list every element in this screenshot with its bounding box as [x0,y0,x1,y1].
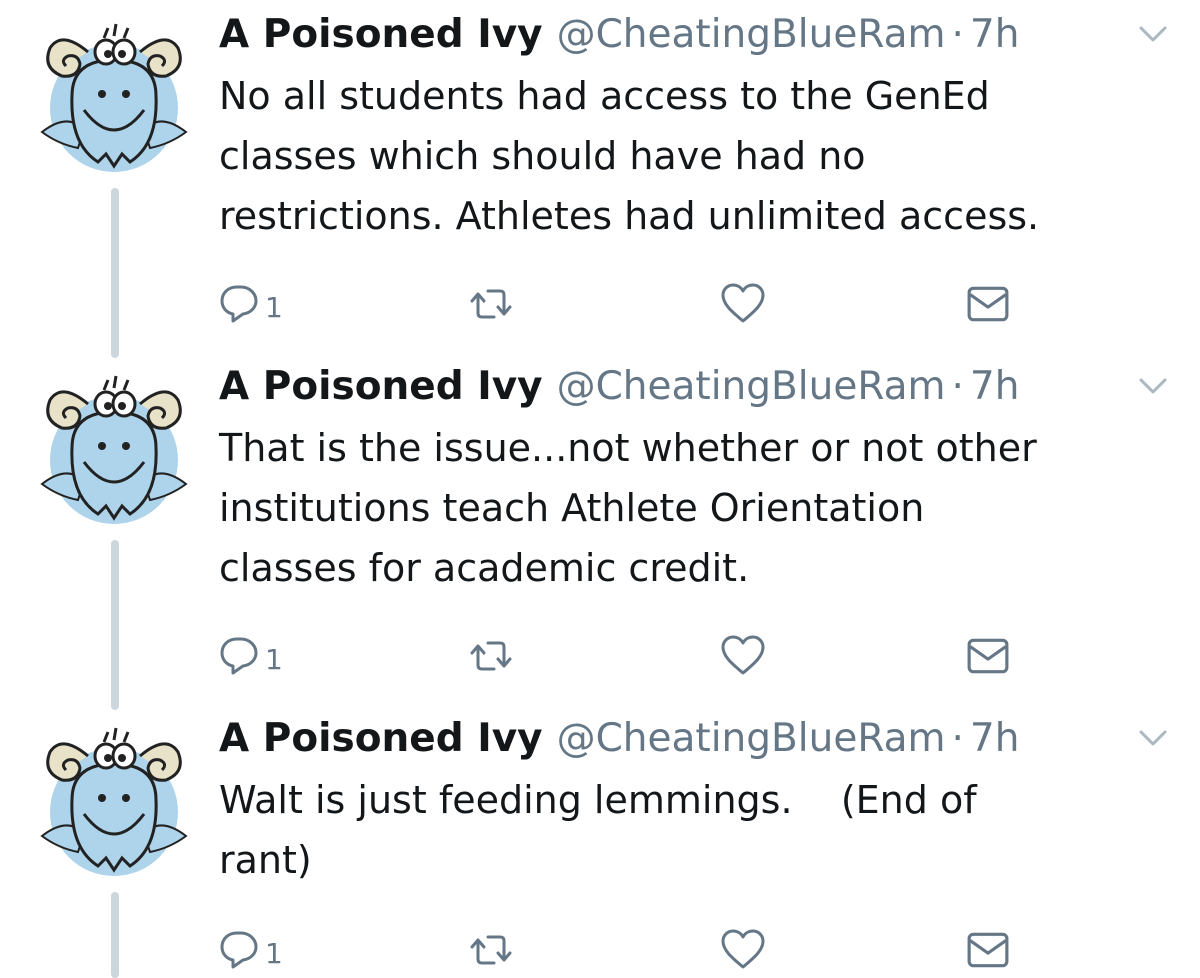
like-icon [721,283,765,323]
timestamp[interactable]: 7h [970,2,1020,68]
tweet-text: Walt is just feeding lemmings. (End of r… [219,778,977,882]
direct-message-icon [967,638,1009,674]
timestamp[interactable]: 7h [970,354,1020,420]
user-handle[interactable]: @CheatingBlueRam [557,354,946,420]
direct-message-icon [967,286,1009,322]
reply-button[interactable]: 1 [219,280,283,328]
user-handle[interactable]: @CheatingBlueRam [557,2,946,68]
tweet-header: A Poisoned Ivy @CheatingBlueRam · 7h [219,706,1019,772]
like-icon [721,929,765,969]
reply-count: 1 [265,290,283,324]
chevron-down-icon[interactable] [1138,24,1168,44]
reply-icon [220,931,258,969]
tweet[interactable]: A Poisoned Ivy @CheatingBlueRam · 7h Wal… [0,704,1200,978]
tweet-header: A Poisoned Ivy @CheatingBlueRam · 7h [219,354,1019,420]
display-name[interactable]: A Poisoned Ivy [219,706,543,772]
separator-dot: · [951,364,964,409]
tweet-actions: 1 [0,632,1200,680]
retweet-icon [470,641,512,671]
retweet-button[interactable] [470,632,514,680]
timestamp[interactable]: 7h [970,706,1020,772]
tweet[interactable]: A Poisoned Ivy @CheatingBlueRam · 7h Tha… [0,352,1200,704]
like-icon [721,635,765,675]
separator-dot: · [951,716,964,761]
avatar[interactable] [38,14,190,174]
avatar[interactable] [38,718,190,878]
like-button[interactable] [720,632,766,680]
retweet-icon [470,935,512,965]
like-button[interactable] [720,280,766,328]
avatar[interactable] [38,366,190,526]
separator-dot: · [951,12,964,57]
ram-avatar-icon [40,22,188,174]
like-button[interactable] [720,926,766,974]
direct-message-button[interactable] [966,632,1010,680]
tweet-text: That is the issue...not whether or not o… [219,426,1037,590]
ram-avatar-icon [40,374,188,526]
reply-button[interactable]: 1 [219,632,283,680]
display-name[interactable]: A Poisoned Ivy [219,354,543,420]
retweet-icon [470,289,512,319]
tweet-text: No all students had access to the GenEd … [219,74,1040,238]
reply-icon [220,637,258,675]
reply-count: 1 [265,936,283,970]
ram-avatar-icon [40,726,188,878]
reply-icon [220,285,258,323]
tweet[interactable]: A Poisoned Ivy @CheatingBlueRam · 7h No … [0,0,1200,352]
reply-button[interactable]: 1 [219,926,283,974]
retweet-button[interactable] [470,280,514,328]
user-handle[interactable]: @CheatingBlueRam [557,706,946,772]
retweet-button[interactable] [470,926,514,974]
reply-count: 1 [265,642,283,676]
direct-message-button[interactable] [966,280,1010,328]
tweet-actions: 1 [0,926,1200,974]
tweet-header: A Poisoned Ivy @CheatingBlueRam · 7h [219,2,1019,68]
direct-message-icon [967,932,1009,968]
chevron-down-icon[interactable] [1138,728,1168,748]
direct-message-button[interactable] [966,926,1010,974]
chevron-down-icon[interactable] [1138,376,1168,396]
display-name[interactable]: A Poisoned Ivy [219,2,543,68]
tweet-actions: 1 [0,280,1200,328]
